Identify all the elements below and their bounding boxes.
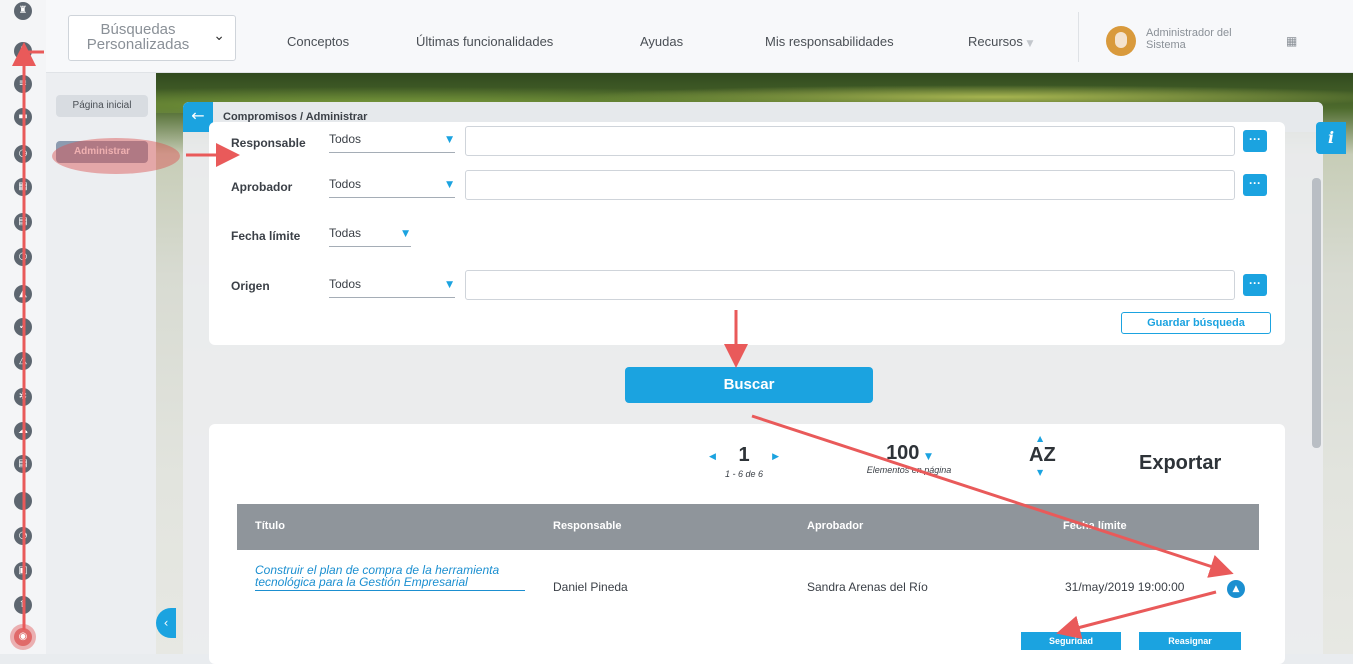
caret-down-icon: ▼ [446, 180, 453, 190]
icon-rail: ♜ ▮ ≡ ▬ ◷ ▦ ▤ ○ ▲ ✓ △ ✲ ☁ ▤ ! ◔ ▣ ⇧ ◉ [0, 0, 47, 654]
list-icon[interactable]: ▤ [14, 455, 32, 473]
caret-down-icon: ▼ [446, 280, 453, 290]
chevron-up-icon[interactable]: ▲ [1227, 580, 1245, 598]
filter-select-aprobador[interactable]: Todos ▼ [329, 177, 455, 198]
filter-label-aprobador: Aprobador [231, 180, 293, 194]
caret-down-icon: ▼ [925, 452, 932, 462]
nav-ayudas[interactable]: Ayudas [640, 34, 683, 49]
alert-icon[interactable]: ! [14, 492, 32, 510]
export-button[interactable]: Exportar [1139, 452, 1221, 475]
sidebar-item-home[interactable]: Página inicial [56, 95, 148, 117]
pie-chart-icon[interactable]: ◔ [14, 527, 32, 545]
briefcase-icon[interactable]: ▣ [14, 562, 32, 580]
check-icon[interactable]: ✓ [14, 318, 32, 336]
bar-chart-icon[interactable]: ▮ [14, 42, 32, 60]
origen-input[interactable] [465, 270, 1235, 300]
menu-lines-icon[interactable]: ≡ [14, 75, 32, 93]
scrollbar[interactable] [1312, 178, 1321, 448]
main-panel: ← Compromisos / Administrar Responsable … [183, 102, 1323, 664]
save-search-button[interactable]: Guardar búsqueda [1121, 312, 1271, 334]
monitor-icon[interactable]: ▬ [14, 108, 32, 126]
table-row: Construir el plan de compra de la herram… [237, 550, 1259, 664]
info-icon[interactable]: i [1316, 122, 1346, 154]
nav-recursos-label: Recursos [968, 34, 1023, 49]
nav-conceptos[interactable]: Conceptos [287, 34, 349, 49]
clock-icon[interactable]: ◷ [14, 145, 32, 163]
current-page: 1 [738, 444, 750, 466]
caret-down-icon: ▼ [446, 135, 453, 145]
calendar-icon[interactable]: ▦ [1286, 34, 1297, 48]
cycle-icon[interactable]: ○ [14, 248, 32, 266]
divider [1078, 12, 1079, 62]
nav-recursos[interactable]: Recursos ▼ [968, 34, 1033, 49]
nav-mis-responsabilidades[interactable]: Mis responsabilidades [765, 34, 894, 49]
filter-value-responsable: Todos [329, 132, 362, 146]
search-button[interactable]: Buscar [625, 367, 873, 403]
filter-select-responsable[interactable]: Todos ▼ [329, 132, 455, 153]
filter-label-fecha-limite: Fecha límite [231, 229, 301, 243]
cell-fecha-limite: 31/may/2019 19:00:00 [1065, 580, 1185, 594]
column-header-responsable[interactable]: Responsable [553, 520, 621, 532]
user-name[interactable]: Administrador del Sistema [1146, 27, 1236, 51]
commitments-icon[interactable]: ◉ [14, 628, 32, 646]
sort-up-icon: ▲ [1037, 434, 1044, 443]
column-header-fecha-limite[interactable]: Fecha límite [1063, 520, 1127, 532]
nav-ultimas-funcionalidades[interactable]: Últimas funcionalidades [416, 34, 553, 49]
network-icon[interactable]: △ [14, 352, 32, 370]
filter-select-fecha-limite[interactable]: Todas ▼ [329, 226, 411, 247]
pagination: ◀ 1 ▶ 1 - 6 de 6 [709, 444, 779, 479]
chevron-down-icon: ⌄ [213, 28, 225, 44]
sort-down-icon: ▼ [1037, 468, 1044, 477]
column-header-titulo[interactable]: Título [255, 520, 285, 532]
custom-search-label: Búsquedas Personalizadas [86, 21, 190, 53]
cell-aprobador: Sandra Arenas del Río [807, 580, 928, 594]
prev-page-icon[interactable]: ◀ [709, 452, 716, 462]
results-card: ◀ 1 ▶ 1 - 6 de 6 100 ▼ Elementos en pági… [209, 424, 1285, 664]
reassign-button[interactable]: Reasignar [1139, 632, 1241, 650]
filter-value-fecha-limite: Todas [329, 226, 362, 240]
aprobador-picker-button[interactable]: ··· [1243, 174, 1267, 196]
per-page-value: 100 [886, 442, 920, 464]
security-button[interactable]: Seguridad [1021, 632, 1121, 650]
tower-icon[interactable]: ♜ [14, 2, 32, 20]
table-header: Título Responsable Aprobador Fecha límit… [237, 504, 1259, 550]
responsable-picker-button[interactable]: ··· [1243, 130, 1267, 152]
upload-icon[interactable]: ⇧ [14, 596, 32, 614]
caret-down-icon: ▼ [402, 229, 409, 239]
cell-responsable: Daniel Pineda [553, 580, 628, 594]
aprobador-input[interactable] [465, 170, 1235, 200]
items-per-page[interactable]: 100 ▼ Elementos en página [849, 442, 969, 475]
origen-picker-button[interactable]: ··· [1243, 274, 1267, 296]
filter-label-responsable: Responsable [231, 136, 306, 150]
custom-search-dropdown[interactable]: Búsquedas Personalizadas ⌄ [68, 15, 236, 61]
sort-toggle[interactable]: ▲ AZ ▼ [1029, 434, 1056, 477]
warning-icon[interactable]: ▲ [14, 285, 32, 303]
filter-card: Responsable Todos ▼ ··· Aprobador Todos … [209, 122, 1285, 345]
filter-value-origen: Todos [329, 277, 362, 291]
commitment-title-link[interactable]: Construir el plan de compra de la herram… [255, 564, 525, 591]
sort-label: AZ [1029, 444, 1056, 466]
filter-value-aprobador: Todos [329, 177, 362, 191]
document-icon[interactable]: ▤ [14, 213, 32, 231]
highlight-ellipse [52, 138, 180, 174]
calendar-icon[interactable]: ▦ [14, 178, 32, 196]
filter-label-origen: Origen [231, 279, 270, 293]
per-page-label: Elementos en página [866, 465, 952, 475]
avatar[interactable] [1106, 26, 1136, 56]
cloud-icon[interactable]: ☁ [14, 422, 32, 440]
caret-down-icon: ▼ [1026, 39, 1034, 49]
top-bar: Búsquedas Personalizadas ⌄ Conceptos Últ… [46, 0, 1353, 73]
column-header-aprobador[interactable]: Aprobador [807, 520, 863, 532]
page-range: 1 - 6 de 6 [724, 469, 764, 479]
gear-icon[interactable]: ✲ [14, 388, 32, 406]
next-page-icon[interactable]: ▶ [772, 452, 779, 462]
responsable-input[interactable] [465, 126, 1235, 156]
filter-select-origen[interactable]: Todos ▼ [329, 277, 455, 298]
